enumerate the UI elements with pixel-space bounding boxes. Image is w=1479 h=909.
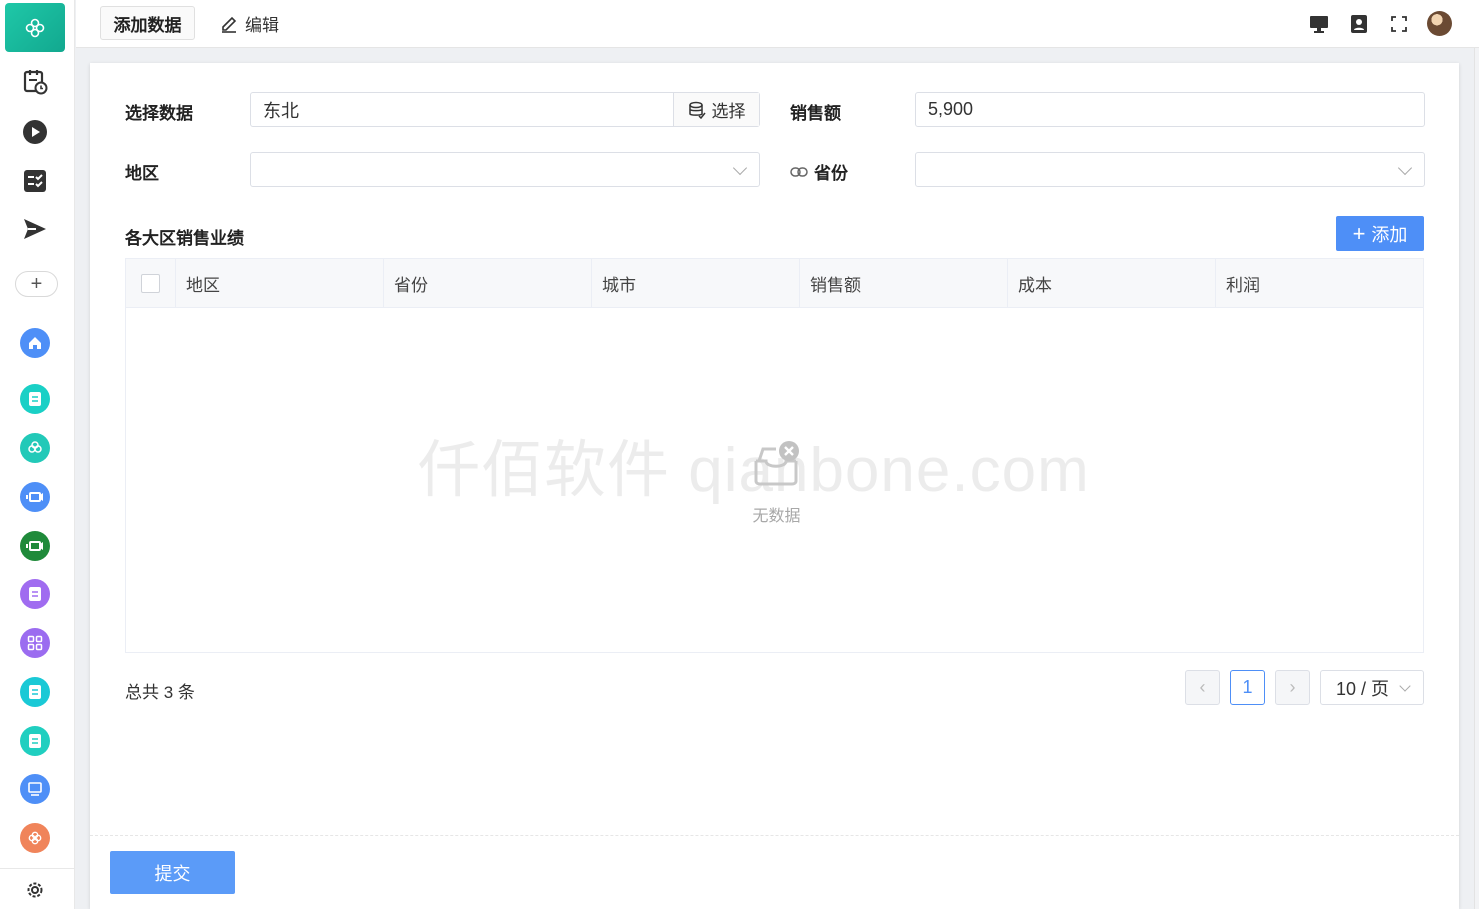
sidebar-divider xyxy=(0,868,75,869)
plus-icon: + xyxy=(1352,220,1366,246)
select-data-button[interactable]: 选择 xyxy=(673,93,759,126)
tab-add-data[interactable]: 添加数据 xyxy=(100,6,195,40)
page-number-current[interactable]: 1 xyxy=(1230,670,1265,705)
document-cyan-icon[interactable] xyxy=(20,677,50,707)
empty-state-icon xyxy=(749,439,803,494)
pencil-icon xyxy=(222,16,237,33)
video-camera-green-icon[interactable] xyxy=(20,531,50,561)
page-size-select[interactable]: 10 / 页 xyxy=(1320,670,1424,705)
add-row-button[interactable]: + 添加 xyxy=(1336,216,1424,251)
scroll-edge xyxy=(1474,48,1479,909)
province-label-group: 省份 xyxy=(790,159,848,184)
chevron-down-icon xyxy=(1399,680,1411,692)
column-header-cost: 成本 xyxy=(1008,259,1216,308)
column-header-sales: 销售额 xyxy=(800,259,1008,308)
table-header: 地区 省份 城市 销售额 成本 利润 xyxy=(126,259,1423,308)
send-icon[interactable] xyxy=(20,214,50,244)
column-header-province: 省份 xyxy=(384,259,592,308)
user-avatar[interactable] xyxy=(1427,11,1452,36)
region-select[interactable] xyxy=(250,152,760,187)
home-icon[interactable] xyxy=(20,328,50,358)
logo-icon xyxy=(25,18,45,37)
sales-value: 5,900 xyxy=(928,99,974,119)
province-label: 省份 xyxy=(814,164,848,183)
select-button-label: 选择 xyxy=(711,102,746,121)
total-count: 总共 3 条 xyxy=(125,683,195,702)
sidebar: + xyxy=(0,0,75,909)
add-button-label: 添加 xyxy=(1371,224,1408,245)
top-bar: 添加数据 编辑 xyxy=(76,0,1479,48)
flower-icon[interactable] xyxy=(20,433,50,463)
select-all-cell xyxy=(126,259,176,308)
chevron-down-icon xyxy=(1397,160,1413,176)
data-table: 地区 省份 城市 销售额 成本 利润 仟佰软件 qianbone.com 无数据 xyxy=(125,258,1424,653)
section-title: 各大区销售业绩 xyxy=(125,229,244,248)
apps-grid-icon[interactable] xyxy=(20,628,50,658)
region-label: 地区 xyxy=(125,164,159,183)
monitor-icon[interactable] xyxy=(1307,12,1331,36)
tab-edit-label: 编辑 xyxy=(245,15,279,35)
column-header-city: 城市 xyxy=(592,259,800,308)
link-icon xyxy=(790,166,808,177)
footer-divider xyxy=(90,835,1459,836)
prev-page-button[interactable]: ‹ xyxy=(1185,670,1220,705)
flower-orange-icon[interactable] xyxy=(20,823,50,853)
sales-label: 销售额 xyxy=(790,104,841,123)
chevron-down-icon xyxy=(732,160,748,176)
tab-edit[interactable]: 编辑 xyxy=(219,6,279,40)
video-camera-icon[interactable] xyxy=(20,482,50,512)
app-logo[interactable] xyxy=(5,3,65,52)
page-size-value: 10 / 页 xyxy=(1336,678,1390,699)
select-data-field[interactable]: 东北 选择 xyxy=(250,92,760,127)
play-circle-icon[interactable] xyxy=(20,117,50,147)
select-data-label: 选择数据 xyxy=(125,104,193,123)
select-data-value: 东北 xyxy=(263,100,299,121)
calendar-clock-icon[interactable] xyxy=(20,67,50,97)
settings-gear-icon[interactable] xyxy=(20,875,50,905)
submit-button[interactable]: 提交 xyxy=(110,851,235,894)
checklist-icon[interactable] xyxy=(20,166,50,196)
document-teal-icon[interactable] xyxy=(20,726,50,756)
add-menu-button[interactable]: + xyxy=(15,271,58,297)
next-page-button[interactable]: › xyxy=(1275,670,1310,705)
column-header-region: 地区 xyxy=(176,259,384,308)
fullscreen-icon[interactable] xyxy=(1387,12,1411,36)
form-card: 选择数据 东北 选择 销售额 5,900 地区 省份 各大区销售业绩 + 添加 … xyxy=(90,63,1459,909)
database-icon xyxy=(688,101,706,119)
empty-state-text: 无数据 xyxy=(752,508,801,525)
document-icon[interactable] xyxy=(20,384,50,414)
province-select[interactable] xyxy=(915,152,1425,187)
column-header-profit: 利润 xyxy=(1226,276,1260,295)
contact-card-icon[interactable] xyxy=(1347,12,1371,36)
document-purple-icon[interactable] xyxy=(20,579,50,609)
sales-input[interactable]: 5,900 xyxy=(915,92,1425,127)
select-all-checkbox[interactable] xyxy=(141,274,160,293)
screen-icon[interactable] xyxy=(20,774,50,804)
